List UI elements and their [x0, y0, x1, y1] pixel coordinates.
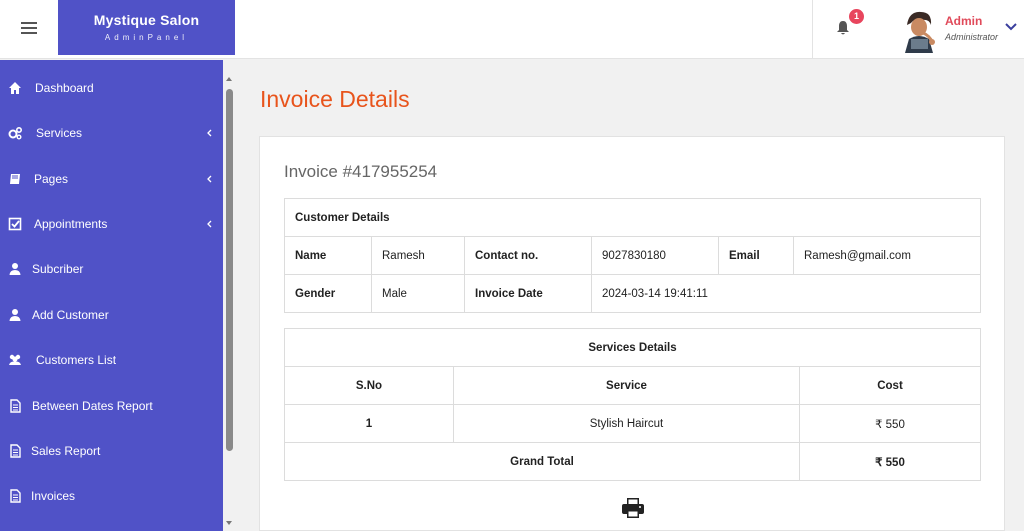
file-icon: [10, 398, 21, 413]
invoice-date-value: 2024-03-14 19:41:11: [591, 274, 981, 313]
customer-details-table: Customer Details Name Ramesh Contact no.…: [284, 198, 981, 313]
user-role: Administrator: [945, 32, 999, 42]
services-details-heading: Services Details: [284, 328, 981, 367]
gender-label: Gender: [284, 274, 372, 313]
customer-details-heading: Customer Details: [284, 198, 981, 237]
column-header-service: Service: [453, 366, 800, 405]
page-title: Invoice Details: [260, 86, 410, 112]
sidebar-item-pages[interactable]: Pages: [0, 156, 223, 201]
brand-logo[interactable]: Mystique Salon AdminPanel: [58, 0, 235, 55]
avatar[interactable]: [899, 9, 939, 53]
hamburger-icon: [21, 22, 37, 34]
file-icon: [10, 488, 21, 503]
email-label: Email: [718, 236, 794, 275]
contact-value: 9027830180: [591, 236, 719, 275]
home-icon: [9, 81, 21, 94]
sidebar-item-label: Customers List: [36, 352, 117, 367]
sidebar-item-label: Add Customer: [32, 307, 109, 322]
sidebar-item-services[interactable]: Services: [0, 110, 223, 155]
brand-subtitle: AdminPanel: [104, 33, 189, 42]
scroll-down-arrow-icon[interactable]: [225, 519, 233, 527]
column-header-sno: S.No: [284, 366, 454, 405]
sidebar-item-label: Appointments: [34, 216, 108, 231]
sidebar-item-label: Invoices: [31, 488, 76, 503]
scrollbar-thumb[interactable]: [226, 89, 233, 451]
notification-badge: 1: [849, 9, 864, 24]
name-value: Ramesh: [371, 236, 465, 275]
name-label: Name: [284, 236, 372, 275]
sidebar-item-dashboard[interactable]: Dashboard: [0, 65, 223, 110]
sidebar-item-label: Pages: [34, 171, 69, 186]
row-sno: 1: [284, 404, 454, 443]
check-square-icon: [8, 217, 22, 230]
header-divider: [812, 0, 813, 58]
sidebar-item-invoices[interactable]: Invoices: [0, 473, 223, 518]
contact-label: Contact no.: [464, 236, 592, 275]
sidebar-item-label: Services: [36, 125, 83, 140]
chevron-left-icon: [207, 129, 212, 136]
row-cost: ₹ 550: [799, 404, 981, 443]
services-details-table: Services Details S.No Service Cost 1 Sty…: [284, 328, 981, 481]
user-icon: [9, 308, 21, 321]
sidebar-item-label: Subcriber: [32, 261, 84, 276]
sidebar-item-appointments[interactable]: Appointments: [0, 201, 223, 246]
sidebar-item-between-dates-report[interactable]: Between Dates Report: [0, 383, 223, 428]
scroll-up-arrow-icon[interactable]: [225, 75, 233, 83]
chevron-left-icon: [207, 220, 212, 227]
sidebar-item-label: Sales Report: [31, 443, 101, 458]
sidebar-item-add-customer[interactable]: Add Customer: [0, 292, 223, 337]
bell-icon[interactable]: [836, 20, 850, 36]
cogs-icon: [8, 126, 22, 139]
print-icon[interactable]: [621, 496, 645, 520]
user-icon: [9, 262, 21, 275]
sidebar-item-subscriber[interactable]: Subcriber: [0, 246, 223, 291]
column-header-cost: Cost: [799, 366, 981, 405]
grand-total-value: ₹ 550: [799, 442, 981, 481]
sidebar-item-label: Dashboard: [35, 80, 94, 95]
row-service: Stylish Haircut: [453, 404, 800, 443]
email-value: Ramesh@gmail.com: [793, 236, 981, 275]
invoice-number: Invoice #417955254: [284, 162, 438, 181]
file-icon: [10, 443, 21, 458]
book-icon: [10, 173, 20, 184]
invoice-date-label: Invoice Date: [464, 274, 592, 313]
sidebar-item-customers-list[interactable]: Customers List: [0, 337, 223, 382]
sidebar-item-label: Between Dates Report: [32, 398, 153, 413]
user-name[interactable]: Admin: [945, 14, 982, 28]
sidebar-item-sales-report[interactable]: Sales Report: [0, 428, 223, 473]
brand-name: Mystique Salon: [93, 12, 200, 28]
table-row: 1 Stylish Haircut ₹ 550: [284, 404, 981, 443]
chevron-down-icon[interactable]: [1004, 22, 1018, 32]
grand-total-label: Grand Total: [284, 442, 800, 481]
top-header: Mystique Salon AdminPanel 1 Admin Admini…: [0, 0, 1024, 59]
menu-toggle-button[interactable]: [0, 0, 58, 56]
sidebar: Dashboard Services Pages Appointments Su…: [0, 60, 223, 531]
chevron-left-icon: [207, 175, 212, 182]
users-icon: [9, 354, 21, 365]
gender-value: Male: [371, 274, 465, 313]
